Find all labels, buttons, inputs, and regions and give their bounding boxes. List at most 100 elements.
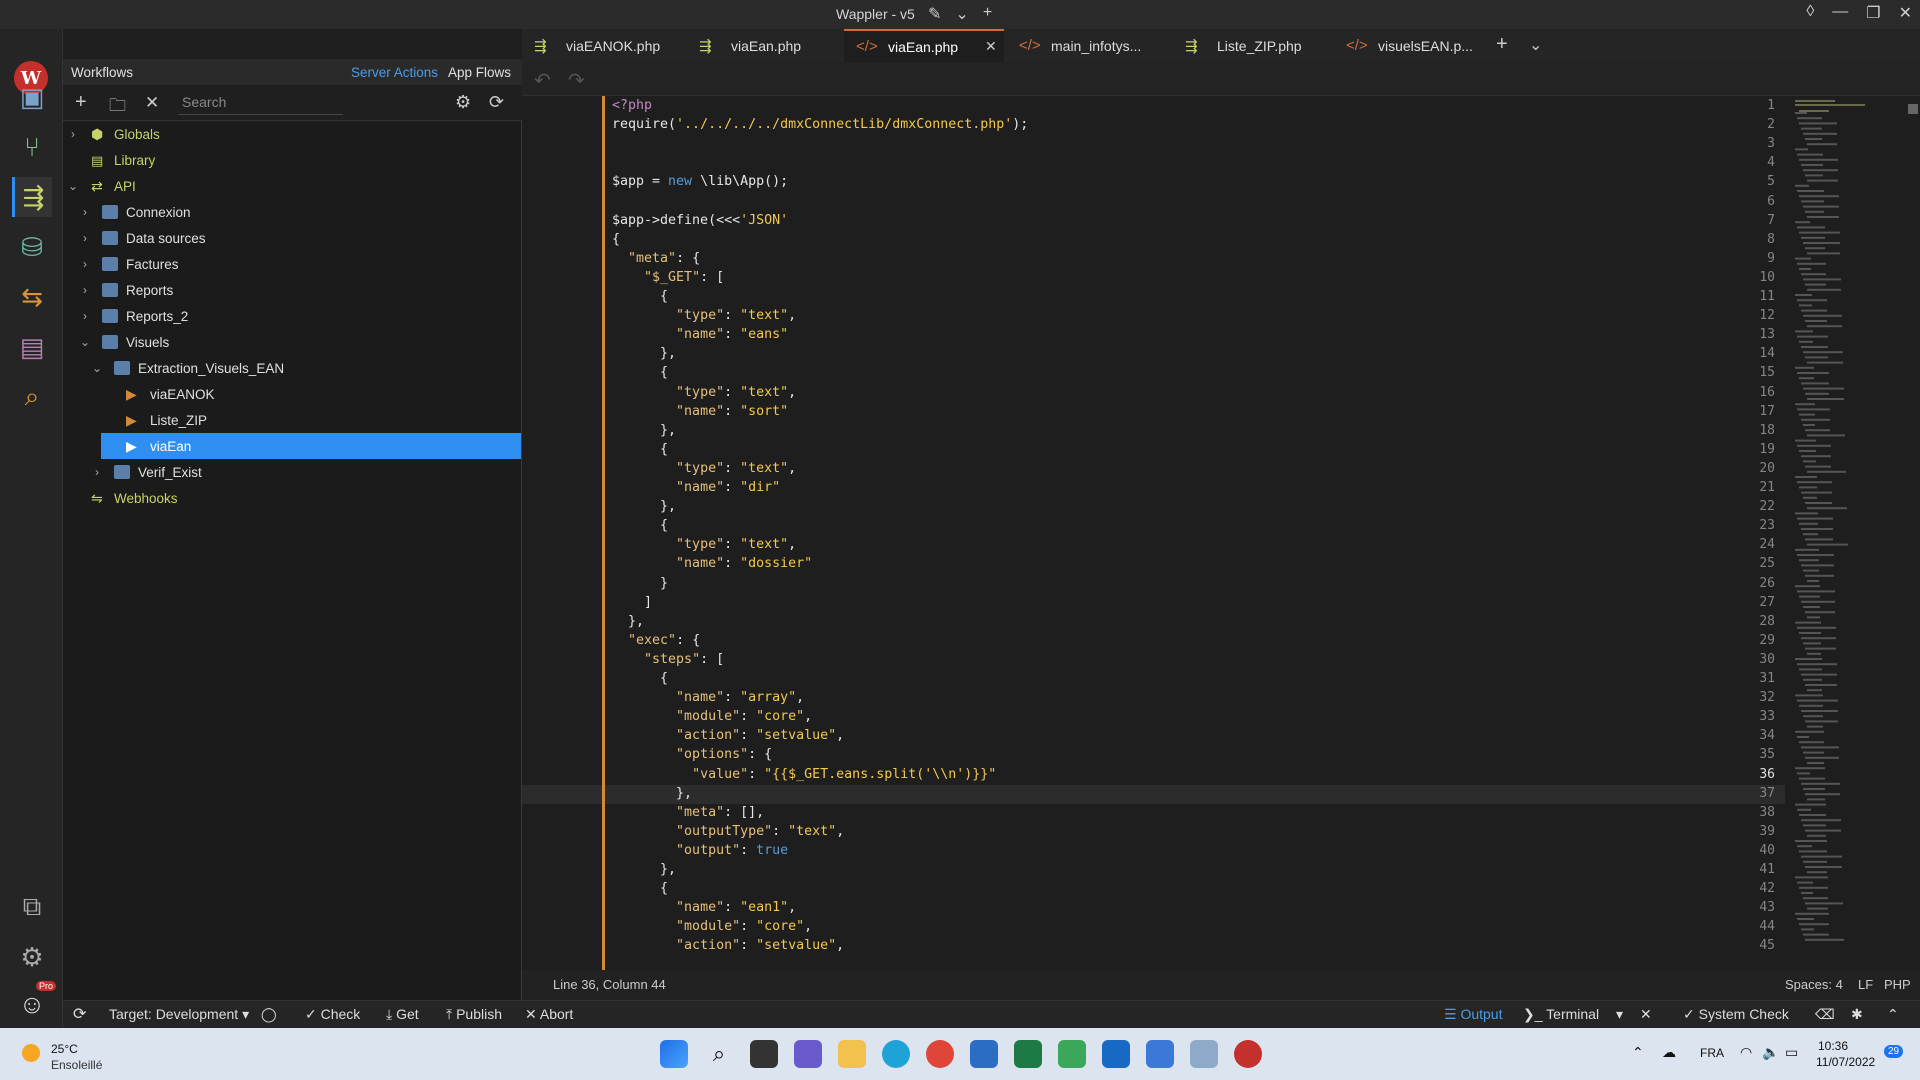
code-line[interactable]: $app = new \lib\App(); — [612, 174, 788, 189]
tab-liste-zip[interactable]: ⇶ Liste_ZIP.php — [1173, 29, 1333, 62]
code-line[interactable]: }, — [612, 786, 692, 801]
code-line[interactable]: "type": "text", — [612, 461, 796, 476]
tree-item-extraction-visuels-ean[interactable]: ⌄ Extraction_Visuels_EAN — [63, 355, 521, 381]
chevron-right-icon[interactable]: › — [79, 257, 91, 271]
target-selector[interactable]: Target: Development ▾ — [109, 1006, 249, 1023]
code-line[interactable]: "action": "setvalue", — [612, 728, 844, 743]
clock-time[interactable]: 10:36 — [1818, 1039, 1848, 1053]
code-line[interactable]: "name": "dossier" — [612, 556, 812, 571]
code-line[interactable]: "name": "eans" — [612, 327, 788, 342]
code-line[interactable]: { — [612, 289, 668, 304]
chevron-right-icon[interactable]: › — [79, 231, 91, 245]
code-line[interactable]: { — [612, 881, 668, 896]
tree-item-factures[interactable]: › Factures — [63, 251, 521, 277]
pages-icon[interactable]: ▣ — [12, 77, 52, 117]
file-explorer-icon[interactable] — [838, 1040, 866, 1068]
code-line[interactable]: "type": "text", — [612, 537, 796, 552]
tree-item-webhooks[interactable]: ⇋ Webhooks — [63, 485, 521, 511]
chrome-icon[interactable] — [926, 1040, 954, 1068]
app-icon[interactable] — [1058, 1040, 1086, 1068]
minimize-button[interactable]: — — [1832, 3, 1848, 23]
tree-item-data-sources[interactable]: › Data sources — [63, 225, 521, 251]
code-line[interactable]: "module": "core", — [612, 709, 812, 724]
chevron-right-icon[interactable]: › — [79, 283, 91, 297]
code-line[interactable]: "name": "dir" — [612, 480, 780, 495]
check-circle-icon[interactable]: ◯ — [261, 1006, 277, 1023]
code-line[interactable]: { — [612, 365, 668, 380]
volume-icon[interactable]: 🔈 — [1762, 1044, 1779, 1061]
database-icon[interactable]: ⛁ — [12, 227, 52, 267]
bug-icon[interactable]: ✱ — [1851, 1006, 1863, 1023]
chevron-up-icon[interactable]: ⌃ — [1632, 1044, 1644, 1061]
tab-viaeanok[interactable]: ⇶ viaEANOK.php — [522, 29, 682, 62]
code-line[interactable]: "steps": [ — [612, 652, 724, 667]
search-input[interactable] — [178, 89, 343, 115]
edge-icon[interactable] — [882, 1040, 910, 1068]
code-line[interactable]: }, — [612, 862, 676, 877]
wappler-taskbar-icon[interactable] — [1234, 1040, 1262, 1068]
search-icon[interactable]: ⌕ — [12, 377, 52, 417]
chevron-right-icon[interactable]: › — [67, 127, 79, 141]
code-line[interactable]: "type": "text", — [612, 385, 796, 400]
eol-setting[interactable]: LF — [1858, 977, 1873, 992]
tree-item-api[interactable]: ⌄ ⇄ API — [63, 173, 521, 199]
sync-icon[interactable]: ⟳ — [73, 1004, 86, 1024]
weather-text[interactable]: Ensoleillé — [51, 1058, 102, 1072]
search-icon[interactable]: ⌕ — [705, 1040, 733, 1068]
task-view-icon[interactable] — [750, 1040, 778, 1068]
code-line[interactable]: "meta": { — [612, 251, 700, 266]
battery-icon[interactable]: ▭ — [1785, 1044, 1798, 1061]
new-folder-icon[interactable]: 🗀 — [109, 93, 126, 122]
code-line[interactable]: "name": "sort" — [612, 404, 788, 419]
indent-setting[interactable]: Spaces: 4 — [1785, 977, 1843, 992]
code-line[interactable]: }, — [612, 614, 644, 629]
code-line[interactable]: "name": "array", — [612, 690, 804, 705]
close-button[interactable]: ✕ — [1899, 3, 1912, 23]
language-mode[interactable]: PHP — [1884, 977, 1911, 992]
code-line[interactable]: }, — [612, 423, 676, 438]
monitor-icon[interactable] — [1190, 1040, 1218, 1068]
teams-icon[interactable] — [794, 1040, 822, 1068]
settings-icon[interactable]: ⚙ — [12, 937, 52, 977]
notepad-icon[interactable] — [1146, 1040, 1174, 1068]
check-button[interactable]: ✓ Check — [305, 1006, 360, 1023]
code-line[interactable]: "output": true — [612, 843, 788, 858]
code-line[interactable]: $app->define(<<<'JSON' — [612, 213, 788, 228]
code-line[interactable]: { — [612, 518, 668, 533]
tree-item-verif-exist[interactable]: › Verif_Exist — [63, 459, 521, 485]
tab-viaean-code[interactable]: </> viaEan.php ✕ — [844, 29, 1004, 62]
tree-item-liste-zip[interactable]: ▶ Liste_ZIP — [63, 407, 521, 433]
undo-icon[interactable]: ↶ — [534, 68, 551, 93]
close-icon[interactable]: ✕ — [145, 93, 159, 113]
edit-icon[interactable]: ✎ — [928, 4, 941, 24]
abort-button[interactable]: ✕ Abort — [525, 1006, 573, 1023]
tree-item-viaean[interactable]: ▶ viaEan — [101, 433, 521, 459]
chevron-down-icon[interactable]: ⌄ — [955, 4, 968, 24]
tree-item-reports-2[interactable]: › Reports_2 — [63, 303, 521, 329]
store-icon[interactable] — [970, 1040, 998, 1068]
server-actions-tab[interactable]: Server Actions — [351, 65, 438, 80]
code-line[interactable]: require('../../../../dmxConnectLib/dmxCo… — [612, 117, 1028, 132]
wifi-icon[interactable]: ◠ — [1740, 1044, 1752, 1061]
tree-item-reports[interactable]: › Reports — [63, 277, 521, 303]
code-line[interactable]: { — [612, 442, 668, 457]
drop-icon[interactable]: ◊ — [1806, 3, 1814, 23]
outlook-icon[interactable] — [1102, 1040, 1130, 1068]
clock-date[interactable]: 11/07/2022 — [1816, 1055, 1875, 1069]
terminal-button[interactable]: ❯_ Terminal — [1523, 1006, 1599, 1023]
plus-icon[interactable]: + — [983, 4, 992, 24]
get-button[interactable]: ⤓ Get — [386, 1006, 419, 1023]
code-line[interactable]: "type": "text", — [612, 308, 796, 323]
resources-icon[interactable]: ▤ — [12, 327, 52, 367]
chevron-up-icon[interactable]: ⌃ — [1887, 1006, 1899, 1023]
code-line[interactable]: <?php — [612, 98, 652, 113]
scrollbar[interactable] — [1905, 96, 1920, 970]
chevron-right-icon[interactable]: › — [91, 465, 103, 479]
close-tab-icon[interactable]: ✕ — [985, 38, 997, 55]
chevron-down-icon[interactable]: ⌄ — [79, 335, 91, 349]
code-line[interactable]: "$_GET": [ — [612, 270, 724, 285]
tree-item-visuels[interactable]: ⌄ Visuels — [63, 329, 521, 355]
system-check-button[interactable]: ✓ System Check — [1683, 1006, 1789, 1023]
cloud-icon[interactable]: ☁ — [1662, 1044, 1676, 1061]
chevron-right-icon[interactable]: › — [79, 205, 91, 219]
